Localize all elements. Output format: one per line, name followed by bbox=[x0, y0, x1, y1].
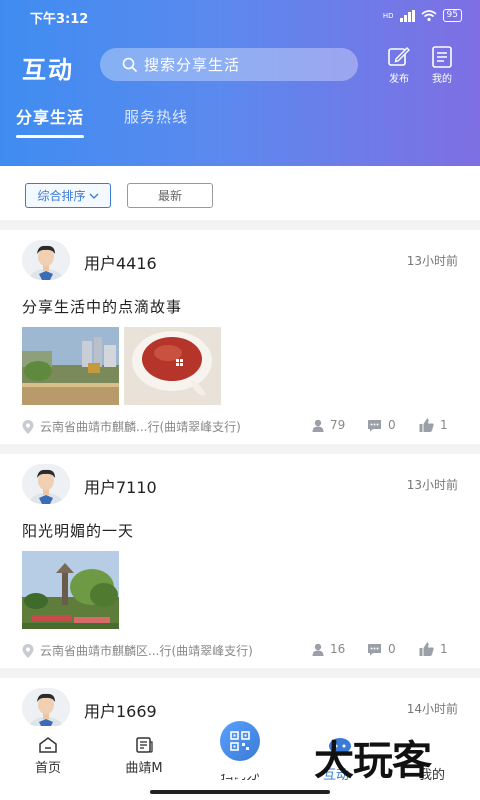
status-time: 下午3:12 bbox=[30, 12, 89, 27]
tab-service-hotline[interactable]: 服务热线 bbox=[124, 106, 188, 127]
home-icon bbox=[39, 737, 57, 753]
home-indicator bbox=[150, 790, 330, 794]
post-image[interactable] bbox=[22, 551, 119, 629]
post-username[interactable]: 用户7110 bbox=[84, 474, 157, 498]
post-card[interactable]: 用户4416 13小时前 分享生活中的点滴故事 云南省曲靖市麒麟...行(曲靖翠… bbox=[0, 230, 480, 444]
status-icons: HD 95 bbox=[383, 9, 462, 22]
chevron-down-icon bbox=[89, 193, 98, 199]
view-count: 79 bbox=[312, 418, 345, 432]
location-pin-icon bbox=[22, 419, 34, 434]
nav-qujing-label: 曲靖M bbox=[125, 761, 163, 776]
location-text: 云南省曲靖市麒麟...行(曲靖翠峰支行) bbox=[40, 420, 241, 434]
user-icon bbox=[312, 419, 324, 432]
avatar[interactable] bbox=[22, 688, 70, 726]
comment-icon bbox=[368, 419, 381, 431]
nav-home[interactable]: 首页 bbox=[13, 736, 83, 776]
post-image[interactable] bbox=[124, 327, 221, 405]
view-count: 16 bbox=[312, 642, 345, 656]
comment-count[interactable]: 0 bbox=[367, 642, 396, 656]
publish-button[interactable]: 发布 bbox=[381, 46, 417, 85]
search-placeholder: 搜索分享生活 bbox=[144, 56, 241, 74]
post-card[interactable]: 用户7110 13小时前 阳光明媚的一天 云南省曲靖市麒麟区...行(曲靖翠峰支… bbox=[0, 454, 480, 668]
page-title: 互动 bbox=[22, 56, 74, 84]
tab-share-life[interactable]: 分享生活 bbox=[16, 104, 85, 138]
location[interactable]: 云南省曲靖市麒麟区...行(曲靖翠峰支行) bbox=[22, 642, 253, 659]
sort-latest-button[interactable]: 最新 bbox=[127, 183, 213, 208]
edit-icon bbox=[388, 47, 410, 66]
like-count[interactable]: 1 bbox=[419, 418, 448, 432]
post-meta: 云南省曲靖市麒麟区...行(曲靖翠峰支行) 16 0 1 bbox=[22, 642, 458, 658]
location[interactable]: 云南省曲靖市麒麟...行(曲靖翠峰支行) bbox=[22, 418, 241, 435]
news-icon bbox=[136, 737, 153, 753]
avatar[interactable] bbox=[22, 464, 70, 504]
thumbs-up-icon bbox=[419, 418, 434, 432]
thumbs-up-icon bbox=[419, 642, 434, 656]
post-meta: 云南省曲靖市麒麟...行(曲靖翠峰支行) 79 0 1 bbox=[22, 418, 458, 434]
feed: 综合排序 最新 用户4416 13小时前 分享生活中的点滴故事 云南省曲靖市麒麟… bbox=[0, 166, 480, 726]
search-input[interactable]: 搜索分享生活 bbox=[100, 48, 358, 81]
post-image[interactable] bbox=[22, 327, 119, 405]
watermark-logo: 大玩客 bbox=[314, 737, 432, 784]
battery-icon: 95 bbox=[442, 9, 462, 22]
post-title[interactable]: 阳光明媚的一天 bbox=[22, 520, 134, 541]
search-icon bbox=[122, 57, 138, 72]
location-pin-icon bbox=[22, 643, 34, 658]
scan-button[interactable] bbox=[203, 704, 277, 778]
post-time: 13小时前 bbox=[406, 254, 458, 268]
user-icon bbox=[312, 643, 324, 656]
sort-bar: 综合排序 最新 bbox=[0, 166, 480, 220]
like-count[interactable]: 1 bbox=[419, 642, 448, 656]
post-time: 13小时前 bbox=[406, 478, 458, 492]
sort-comprehensive-label: 综合排序 bbox=[37, 189, 86, 203]
location-text: 云南省曲靖市麒麟区...行(曲靖翠峰支行) bbox=[40, 644, 253, 658]
qr-scan-icon bbox=[230, 731, 250, 751]
post-title[interactable]: 分享生活中的点滴故事 bbox=[22, 296, 182, 317]
post-time: 14小时前 bbox=[406, 702, 458, 716]
comment-icon bbox=[368, 643, 381, 655]
document-icon bbox=[432, 46, 452, 68]
publish-label: 发布 bbox=[389, 74, 409, 85]
mine-button[interactable]: 我的 bbox=[424, 46, 460, 85]
signal-icon bbox=[399, 9, 415, 22]
header: 下午3:12 HD 95 互动 搜索分享生活 发布 我的 分享生活 服务热线 bbox=[0, 0, 480, 166]
post-username[interactable]: 用户1669 bbox=[84, 698, 157, 722]
wifi-icon bbox=[421, 9, 437, 21]
comment-count[interactable]: 0 bbox=[367, 418, 396, 432]
status-bar: 下午3:12 HD 95 bbox=[0, 0, 480, 32]
mine-label: 我的 bbox=[432, 74, 452, 85]
network-type-label: HD bbox=[382, 11, 394, 20]
post-username[interactable]: 用户4416 bbox=[84, 250, 157, 274]
nav-home-label: 首页 bbox=[34, 761, 61, 776]
nav-qujing-m[interactable]: 曲靖M bbox=[109, 736, 179, 776]
avatar[interactable] bbox=[22, 240, 70, 280]
sort-comprehensive-button[interactable]: 综合排序 bbox=[25, 183, 111, 208]
